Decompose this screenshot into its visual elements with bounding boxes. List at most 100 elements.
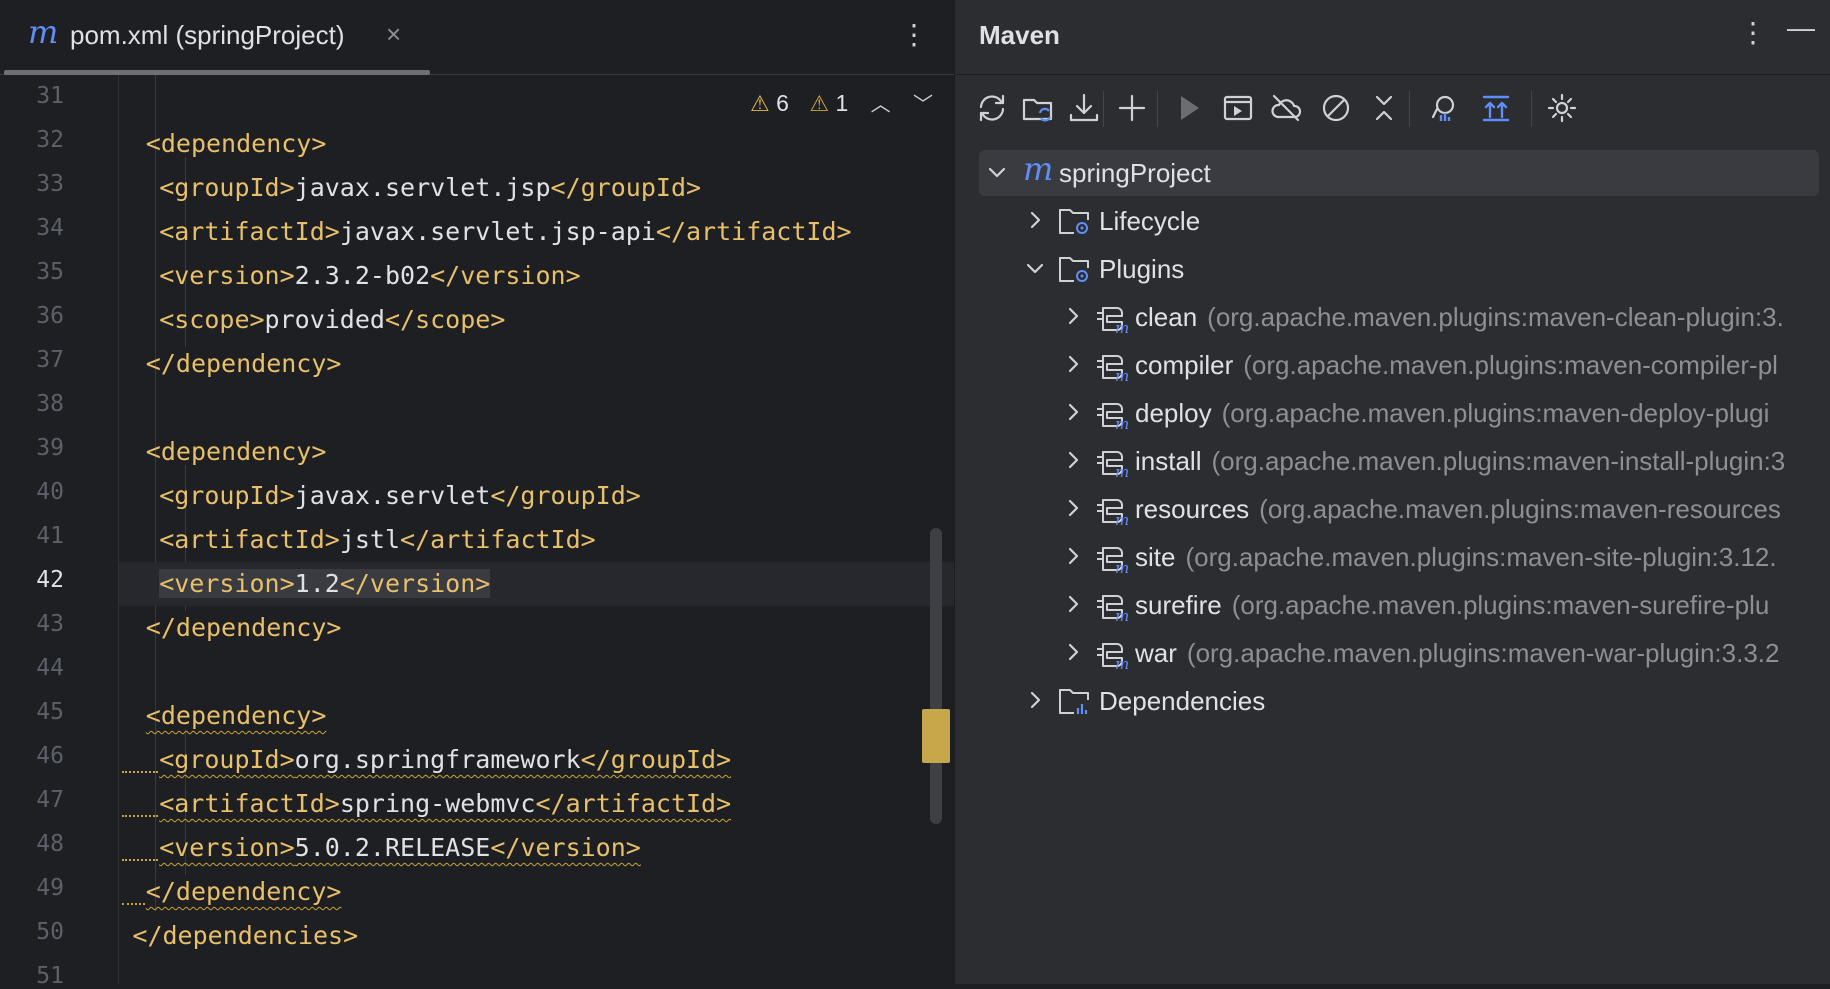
code-line[interactable]: <version>5.0.2.RELEASE</version>: [159, 826, 641, 870]
code-line[interactable]: </dependencies>: [132, 914, 358, 958]
chevron-right-icon[interactable]: [1061, 640, 1085, 664]
plugin-coordinates: (org.apache.maven.plugins:maven-install-…: [1211, 446, 1786, 476]
tree-item-plugin-site[interactable]: m site (org.apache.maven.plugins:maven-sit…: [979, 534, 1819, 580]
skip-tests-icon[interactable]: [1317, 89, 1355, 127]
xml-tag: </dependency>: [145, 349, 342, 378]
xml-tag: <scope>: [159, 305, 265, 334]
xml-text: javax.servlet.jsp-api: [339, 217, 656, 246]
chevron-down-icon[interactable]: [985, 160, 1009, 184]
collapse-all-icon[interactable]: [1365, 89, 1403, 127]
tree-item-plugins[interactable]: Plugins: [979, 246, 1819, 292]
code-line[interactable]: <artifactId>jstl</artifactId>: [159, 518, 596, 562]
plugin-name: resources: [1135, 494, 1250, 524]
xml-tag: </version>: [430, 261, 581, 290]
chevron-right-icon[interactable]: [1023, 208, 1047, 232]
plugin-name: compiler: [1135, 350, 1234, 380]
code-line[interactable]: <groupId>javax.servlet.jsp</groupId>: [159, 166, 701, 210]
reload-all-icon[interactable]: [973, 89, 1011, 127]
inspection-widget[interactable]: ⚠ 6 ⚠ 1 ︿ ﹀: [750, 88, 933, 118]
line-number: 38: [36, 391, 64, 417]
maven-options-menu-icon[interactable]: ⋮: [1739, 16, 1767, 49]
xml-tag: <version>: [159, 569, 295, 598]
close-tab-icon[interactable]: ×: [386, 19, 401, 50]
tree-item-plugin-compiler[interactable]: m compiler (org.apache.maven.plugins:maven…: [979, 342, 1819, 388]
maven-tool-window: Maven ⋮ — m springProject Lifecycle Plug…: [954, 0, 1830, 984]
code-line[interactable]: <version>2.3.2-b02</version>: [159, 254, 580, 298]
warning-underline: [122, 765, 159, 773]
plugins-folder-icon: [1057, 252, 1093, 286]
add-project-icon[interactable]: [1113, 89, 1151, 127]
plugin-icon: m: [1093, 396, 1129, 433]
code-line[interactable]: <groupId>org.springframework</groupId>: [159, 738, 731, 782]
chevron-right-icon[interactable]: [1061, 352, 1085, 376]
tool-window-title: Maven: [979, 20, 1060, 50]
tree-item-plugin-deploy[interactable]: m deploy (org.apache.maven.plugins:maven-d…: [979, 390, 1819, 436]
code-line[interactable]: </dependency>: [146, 342, 342, 386]
weak-warning-icon: ⚠: [809, 91, 830, 116]
svg-text:m: m: [1115, 559, 1129, 574]
line-number: 44: [36, 655, 64, 681]
chevron-right-icon[interactable]: [1023, 688, 1047, 712]
line-number: 32: [36, 127, 64, 153]
code-line[interactable]: <dependency>: [146, 122, 327, 166]
code-line[interactable]: <dependency>: [146, 430, 327, 474]
xml-text: 1.2: [294, 569, 340, 598]
analyze-dependencies-icon[interactable]: [1425, 89, 1463, 127]
code-line[interactable]: <version>1.2</version>: [159, 562, 491, 606]
xml-tag: </artifactId>: [655, 217, 852, 246]
chevron-down-icon[interactable]: [1023, 256, 1047, 280]
tree-item-plugin-resources[interactable]: m resources (org.apache.maven.plugins:mave…: [979, 486, 1819, 532]
code-line[interactable]: <groupId>javax.servlet</groupId>: [159, 474, 641, 518]
code-line[interactable]: <artifactId>spring-webmvc</artifactId>: [159, 782, 731, 826]
toolbar-separator: [1531, 91, 1532, 127]
line-number: 45: [36, 699, 64, 725]
chevron-right-icon[interactable]: [1061, 448, 1085, 472]
run-icon[interactable]: [1169, 89, 1207, 127]
chevron-right-icon[interactable]: [1061, 304, 1085, 328]
execute-goal-icon[interactable]: [1219, 89, 1257, 127]
editor-scrollbar[interactable]: [930, 528, 942, 824]
line-number: 41: [36, 523, 64, 549]
tree-item-lifecycle[interactable]: Lifecycle: [979, 198, 1819, 244]
code-line[interactable]: </dependency>: [146, 870, 342, 914]
warning-stripe-marker[interactable]: [922, 709, 950, 763]
previous-highlight-icon[interactable]: ︿: [871, 88, 891, 117]
code-line[interactable]: <scope>provided</scope>: [159, 298, 505, 342]
xml-tag: </artifactId>: [400, 525, 596, 554]
editor-tab-pom[interactable]: m pom.xml (springProject) ×: [0, 0, 430, 75]
tree-item-dependencies[interactable]: Dependencies: [979, 678, 1819, 724]
plugin-icon: m: [1093, 588, 1129, 625]
chevron-right-icon[interactable]: [1061, 592, 1085, 616]
svg-text:m: m: [1115, 463, 1129, 478]
xml-text: 5.0.2.RELEASE: [294, 833, 491, 862]
xml-tag: <groupId>: [159, 481, 295, 510]
editor-more-menu-icon[interactable]: ⋮: [900, 18, 928, 51]
tree-item-root-project[interactable]: m springProject: [979, 150, 1819, 196]
code-area[interactable]: <dependency> <groupId>javax.servlet.jsp</…: [119, 75, 954, 984]
line-number: 35: [36, 259, 64, 285]
xml-tag: <artifactId>: [159, 789, 340, 818]
offline-mode-icon[interactable]: [1267, 89, 1305, 127]
hide-tool-window-icon[interactable]: —: [1787, 12, 1815, 44]
show-diagram-icon[interactable]: [1477, 89, 1515, 127]
plugin-coordinates: (org.apache.maven.plugins:maven-deploy-p…: [1221, 398, 1770, 428]
download-sources-icon[interactable]: [1065, 89, 1103, 127]
tree-item-plugin-clean[interactable]: m clean (org.apache.maven.plugins:maven-cl…: [979, 294, 1819, 340]
next-highlight-icon[interactable]: ﹀: [913, 88, 933, 117]
tree-item-plugin-install[interactable]: m install (org.apache.maven.plugins:maven-…: [979, 438, 1819, 484]
tree-item-label: Plugins: [1099, 254, 1185, 284]
code-line[interactable]: <dependency>: [146, 694, 327, 738]
settings-icon[interactable]: [1543, 89, 1581, 127]
tree-item-plugin-surefire[interactable]: m surefire (org.apache.maven.plugins:maven…: [979, 582, 1819, 628]
plugin-icon: m: [1093, 300, 1129, 337]
chevron-right-icon[interactable]: [1061, 400, 1085, 424]
code-line[interactable]: <artifactId>javax.servlet.jsp-api</artif…: [159, 210, 851, 254]
chevron-right-icon[interactable]: [1061, 496, 1085, 520]
generate-sources-icon[interactable]: [1019, 89, 1057, 127]
xml-text: 2.3.2-b02: [294, 261, 431, 290]
plugin-name: install: [1135, 446, 1202, 476]
tree-item-plugin-war[interactable]: m war (org.apache.maven.plugins:maven-war-…: [979, 630, 1819, 676]
chevron-right-icon[interactable]: [1061, 544, 1085, 568]
code-line[interactable]: </dependency>: [146, 606, 342, 650]
warning-underline: [122, 853, 159, 861]
